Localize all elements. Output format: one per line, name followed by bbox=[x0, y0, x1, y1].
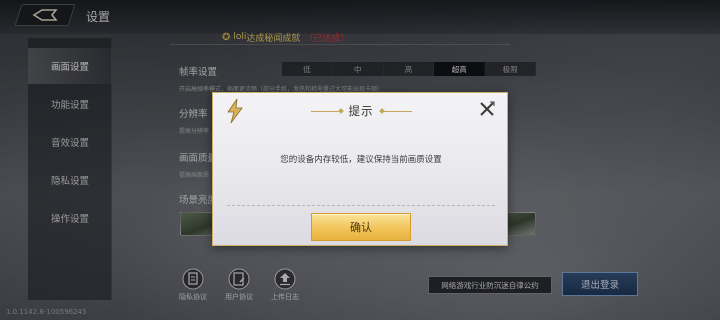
dialog-title-bar: 提示 bbox=[213, 101, 509, 121]
dialog-message: 您的设备内存较低，建议保持当前画质设置 bbox=[280, 155, 442, 165]
title-deco-right bbox=[381, 110, 412, 112]
prompt-dialog: 提示 您的设备内存较低，建议保持当前画质设置 确认 bbox=[212, 92, 508, 246]
title-deco-left bbox=[310, 110, 341, 112]
close-icon bbox=[480, 101, 495, 116]
dialog-title: 提示 bbox=[348, 104, 374, 118]
dialog-divider bbox=[227, 205, 495, 206]
close-button[interactable] bbox=[477, 99, 497, 119]
confirm-button[interactable]: 确认 bbox=[311, 213, 411, 241]
